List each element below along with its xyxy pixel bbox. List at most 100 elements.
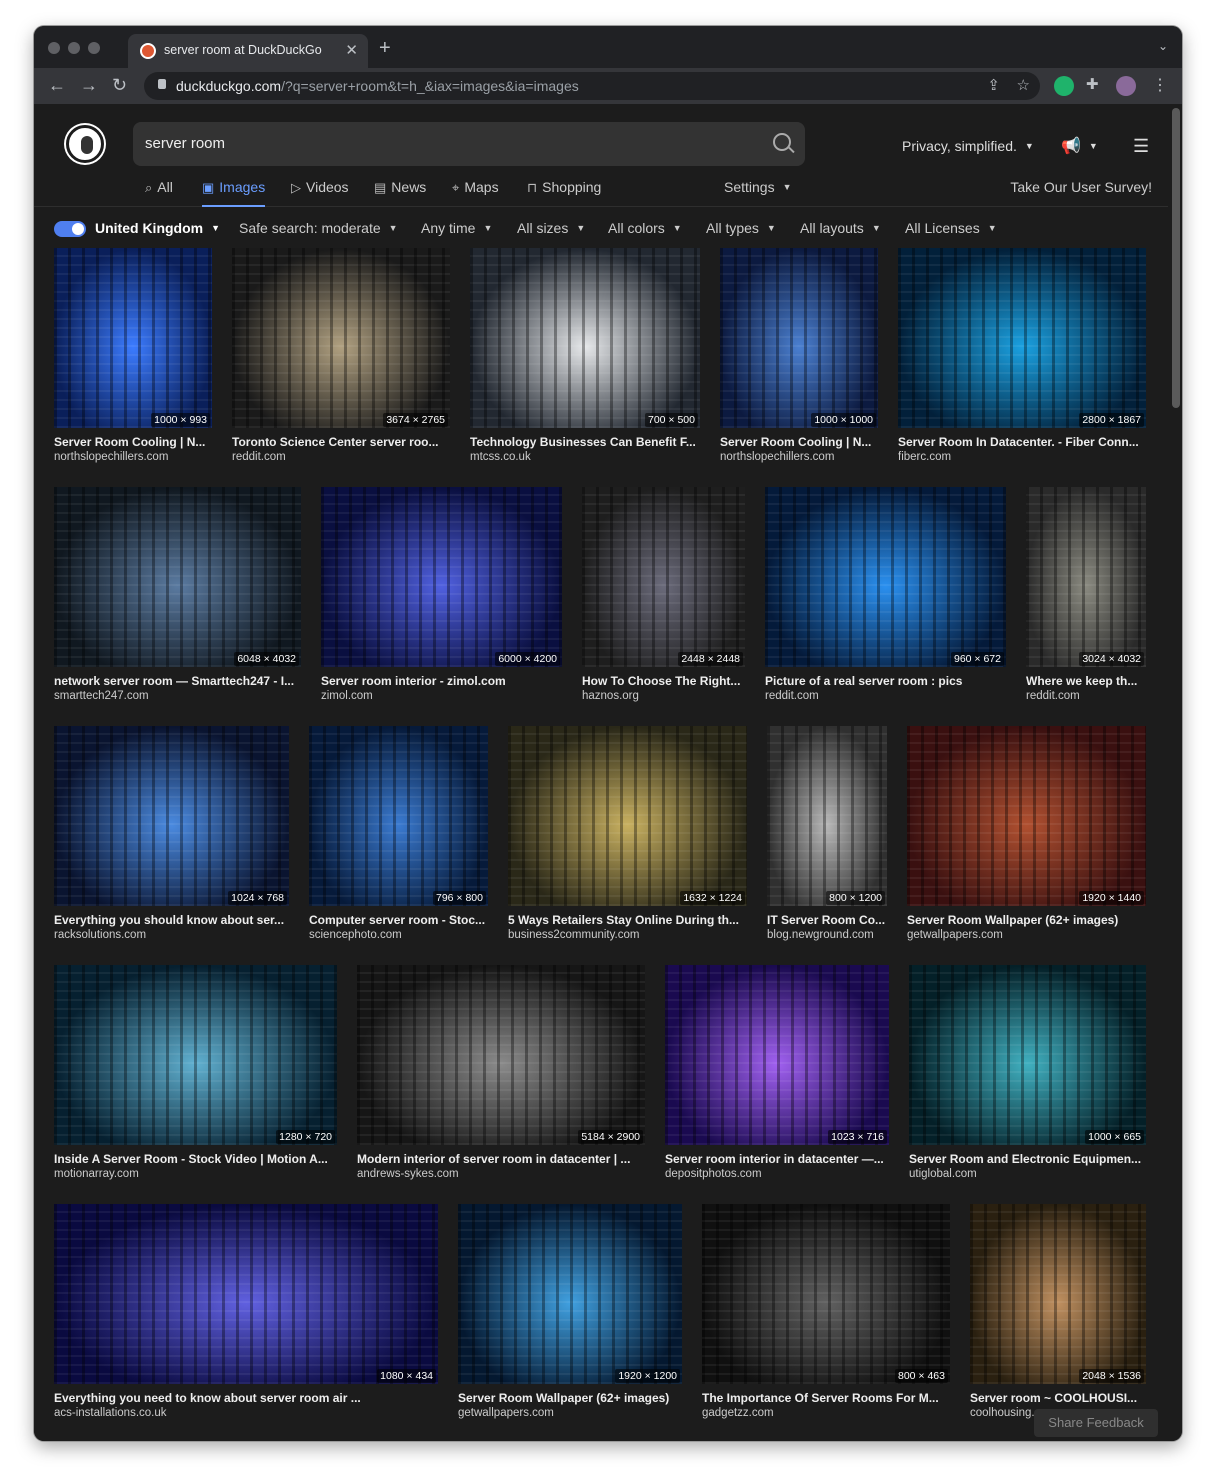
result-title[interactable]: 5 Ways Retailers Stay Online During th..… — [508, 913, 747, 927]
result-domain[interactable]: andrews-sykes.com — [357, 1168, 645, 1180]
result-title[interactable]: Inside A Server Room - Stock Video | Mot… — [54, 1152, 337, 1166]
region-filter[interactable]: United Kingdom ▼ — [95, 220, 220, 236]
settings-menu[interactable]: Settings ▼ — [724, 179, 792, 195]
license-filter[interactable]: All Licenses ▼ — [905, 220, 997, 236]
close-window-button[interactable] — [48, 42, 60, 54]
result-domain[interactable]: acs-installations.co.uk — [54, 1407, 438, 1419]
result-thumbnail[interactable]: 1000 × 993 — [54, 248, 212, 428]
bookmark-star-icon[interactable]: ☆ — [1017, 76, 1030, 94]
result-thumbnail[interactable]: 6000 × 4200 — [321, 487, 562, 667]
image-result[interactable]: 700 × 500 Technology Businesses Can Benef… — [470, 248, 700, 468]
image-result[interactable]: 800 × 463 The Importance Of Server Rooms … — [702, 1204, 950, 1424]
result-title[interactable]: Picture of a real server room : pics — [765, 674, 1006, 688]
result-thumbnail[interactable]: 6048 × 4032 — [54, 487, 301, 667]
image-result[interactable]: 2448 × 2448 How To Choose The Right... haz… — [582, 487, 745, 707]
minimize-window-button[interactable] — [68, 42, 80, 54]
image-result[interactable]: 1080 × 434 Everything you need to know ab… — [54, 1204, 438, 1424]
tab-news[interactable]: ▤ News — [374, 179, 426, 196]
result-title[interactable]: Server Room Cooling | N... — [720, 435, 878, 449]
color-filter[interactable]: All colors ▼ — [608, 220, 682, 236]
address-bar[interactable]: duckduckgo.com/?q=server+room&t=h_&iax=i… — [144, 72, 1040, 100]
result-domain[interactable]: mtcss.co.uk — [470, 451, 700, 463]
close-tab-icon[interactable]: ✕ — [345, 41, 358, 59]
result-domain[interactable]: business2community.com — [508, 929, 747, 941]
user-survey-link[interactable]: Take Our User Survey! — [1010, 179, 1152, 195]
result-title[interactable]: Everything you need to know about server… — [54, 1391, 438, 1405]
result-thumbnail[interactable]: 1080 × 434 — [54, 1204, 438, 1384]
image-result[interactable]: 1632 × 1224 5 Ways Retailers Stay Online … — [508, 726, 747, 946]
result-thumbnail[interactable]: 2048 × 1536 — [970, 1204, 1146, 1384]
tab-maps[interactable]: ⌖ Maps — [452, 179, 499, 196]
result-title[interactable]: Server Room Wallpaper (62+ images) — [458, 1391, 682, 1405]
hamburger-menu-icon[interactable]: ☰ — [1133, 136, 1149, 157]
result-domain[interactable]: gadgetzz.com — [702, 1407, 950, 1419]
result-thumbnail[interactable]: 5184 × 2900 — [357, 965, 645, 1145]
result-title[interactable]: Server Room Wallpaper (62+ images) — [907, 913, 1146, 927]
result-domain[interactable]: motionarray.com — [54, 1168, 337, 1180]
browser-menu-icon[interactable]: ⋮ — [1152, 75, 1168, 95]
tab-shopping[interactable]: ⊓ Shopping — [527, 179, 601, 196]
result-thumbnail[interactable]: 700 × 500 — [470, 248, 700, 428]
result-title[interactable]: Toronto Science Center server roo... — [232, 435, 450, 449]
image-result[interactable]: 2800 × 1867 Server Room In Datacenter. - … — [898, 248, 1146, 468]
extensions-puzzle-icon[interactable]: ✚ — [1086, 75, 1106, 95]
reload-button[interactable]: ↻ — [112, 75, 127, 96]
result-thumbnail[interactable]: 1920 × 1440 — [907, 726, 1146, 906]
result-domain[interactable]: haznos.org — [582, 690, 745, 702]
tab-all[interactable]: ⌕ All — [145, 179, 173, 196]
result-thumbnail[interactable]: 1632 × 1224 — [508, 726, 747, 906]
result-thumbnail[interactable]: 796 × 800 — [309, 726, 488, 906]
result-thumbnail[interactable]: 800 × 1200 — [767, 726, 887, 906]
result-domain[interactable]: getwallpapers.com — [458, 1407, 682, 1419]
result-domain[interactable]: depositphotos.com — [665, 1168, 889, 1180]
result-title[interactable]: Where we keep th... — [1026, 674, 1146, 688]
back-button[interactable]: ← — [48, 75, 66, 96]
profile-avatar[interactable] — [1116, 76, 1136, 96]
result-title[interactable]: Computer server room - Stoc... — [309, 913, 488, 927]
layout-filter[interactable]: All layouts ▼ — [800, 220, 881, 236]
share-icon[interactable]: ⇪ — [987, 76, 1000, 94]
result-domain[interactable]: reddit.com — [1026, 690, 1146, 702]
result-title[interactable]: Server Room In Datacenter. - Fiber Conn.… — [898, 435, 1146, 449]
result-title[interactable]: How To Choose The Right... — [582, 674, 745, 688]
image-result[interactable]: 796 × 800 Computer server room - Stoc... s… — [309, 726, 488, 946]
result-domain[interactable]: northslopechillers.com — [54, 451, 212, 463]
image-result[interactable]: 1280 × 720 Inside A Server Room - Stock V… — [54, 965, 337, 1185]
browser-tab[interactable]: server room at DuckDuckGo ✕ — [128, 34, 368, 68]
result-title[interactable]: Server Room and Electronic Equipmen... — [909, 1152, 1146, 1166]
tab-search-chevron-icon[interactable]: ⌄ — [1158, 39, 1168, 53]
privacy-menu[interactable]: Privacy, simplified. ▼ — [902, 138, 1034, 154]
image-result[interactable]: 2048 × 1536 Server room ~ COOLHOUSI... coo… — [970, 1204, 1146, 1424]
url-text[interactable]: duckduckgo.com/?q=server+room&t=h_&iax=i… — [176, 78, 579, 94]
page-scrollbar[interactable] — [1172, 108, 1180, 408]
result-title[interactable]: IT Server Room Co... — [767, 913, 887, 927]
image-result[interactable]: 800 × 1200 IT Server Room Co... blog.newgr… — [767, 726, 887, 946]
image-result[interactable]: 960 × 672 Picture of a real server room :… — [765, 487, 1006, 707]
safe-search-filter[interactable]: Safe search: moderate ▼ — [239, 220, 398, 236]
result-thumbnail[interactable]: 1000 × 1000 — [720, 248, 878, 428]
result-thumbnail[interactable]: 960 × 672 — [765, 487, 1006, 667]
result-thumbnail[interactable]: 1920 × 1200 — [458, 1204, 682, 1384]
image-result[interactable]: 1920 × 1440 Server Room Wallpaper (62+ im… — [907, 726, 1146, 946]
image-result[interactable]: 5184 × 2900 Modern interior of server roo… — [357, 965, 645, 1185]
result-domain[interactable]: zimol.com — [321, 690, 562, 702]
result-domain[interactable]: smarttech247.com — [54, 690, 301, 702]
image-result[interactable]: 1920 × 1200 Server Room Wallpaper (62+ im… — [458, 1204, 682, 1424]
result-title[interactable]: Everything you should know about ser... — [54, 913, 289, 927]
result-title[interactable]: Modern interior of server room in datace… — [357, 1152, 645, 1166]
image-result[interactable]: 1000 × 993 Server Room Cooling | N... nort… — [54, 248, 212, 468]
image-result[interactable]: 6048 × 4032 network server room — Smartte… — [54, 487, 301, 707]
search-query-text[interactable]: server room — [145, 135, 225, 152]
result-thumbnail[interactable]: 1023 × 716 — [665, 965, 889, 1145]
result-thumbnail[interactable]: 2800 × 1867 — [898, 248, 1146, 428]
duckduckgo-logo[interactable] — [66, 125, 104, 163]
result-thumbnail[interactable]: 2448 × 2448 — [582, 487, 745, 667]
result-domain[interactable]: northslopechillers.com — [720, 451, 878, 463]
type-filter[interactable]: All types ▼ — [706, 220, 776, 236]
new-tab-button[interactable]: + — [379, 37, 391, 60]
image-result[interactable]: 3674 × 2765 Toronto Science Center server… — [232, 248, 450, 468]
result-thumbnail[interactable]: 1000 × 665 — [909, 965, 1146, 1145]
result-title[interactable]: network server room — Smarttech247 - I..… — [54, 674, 301, 688]
grammarly-extension-icon[interactable] — [1054, 76, 1074, 96]
result-title[interactable]: Server room interior - zimol.com — [321, 674, 562, 688]
